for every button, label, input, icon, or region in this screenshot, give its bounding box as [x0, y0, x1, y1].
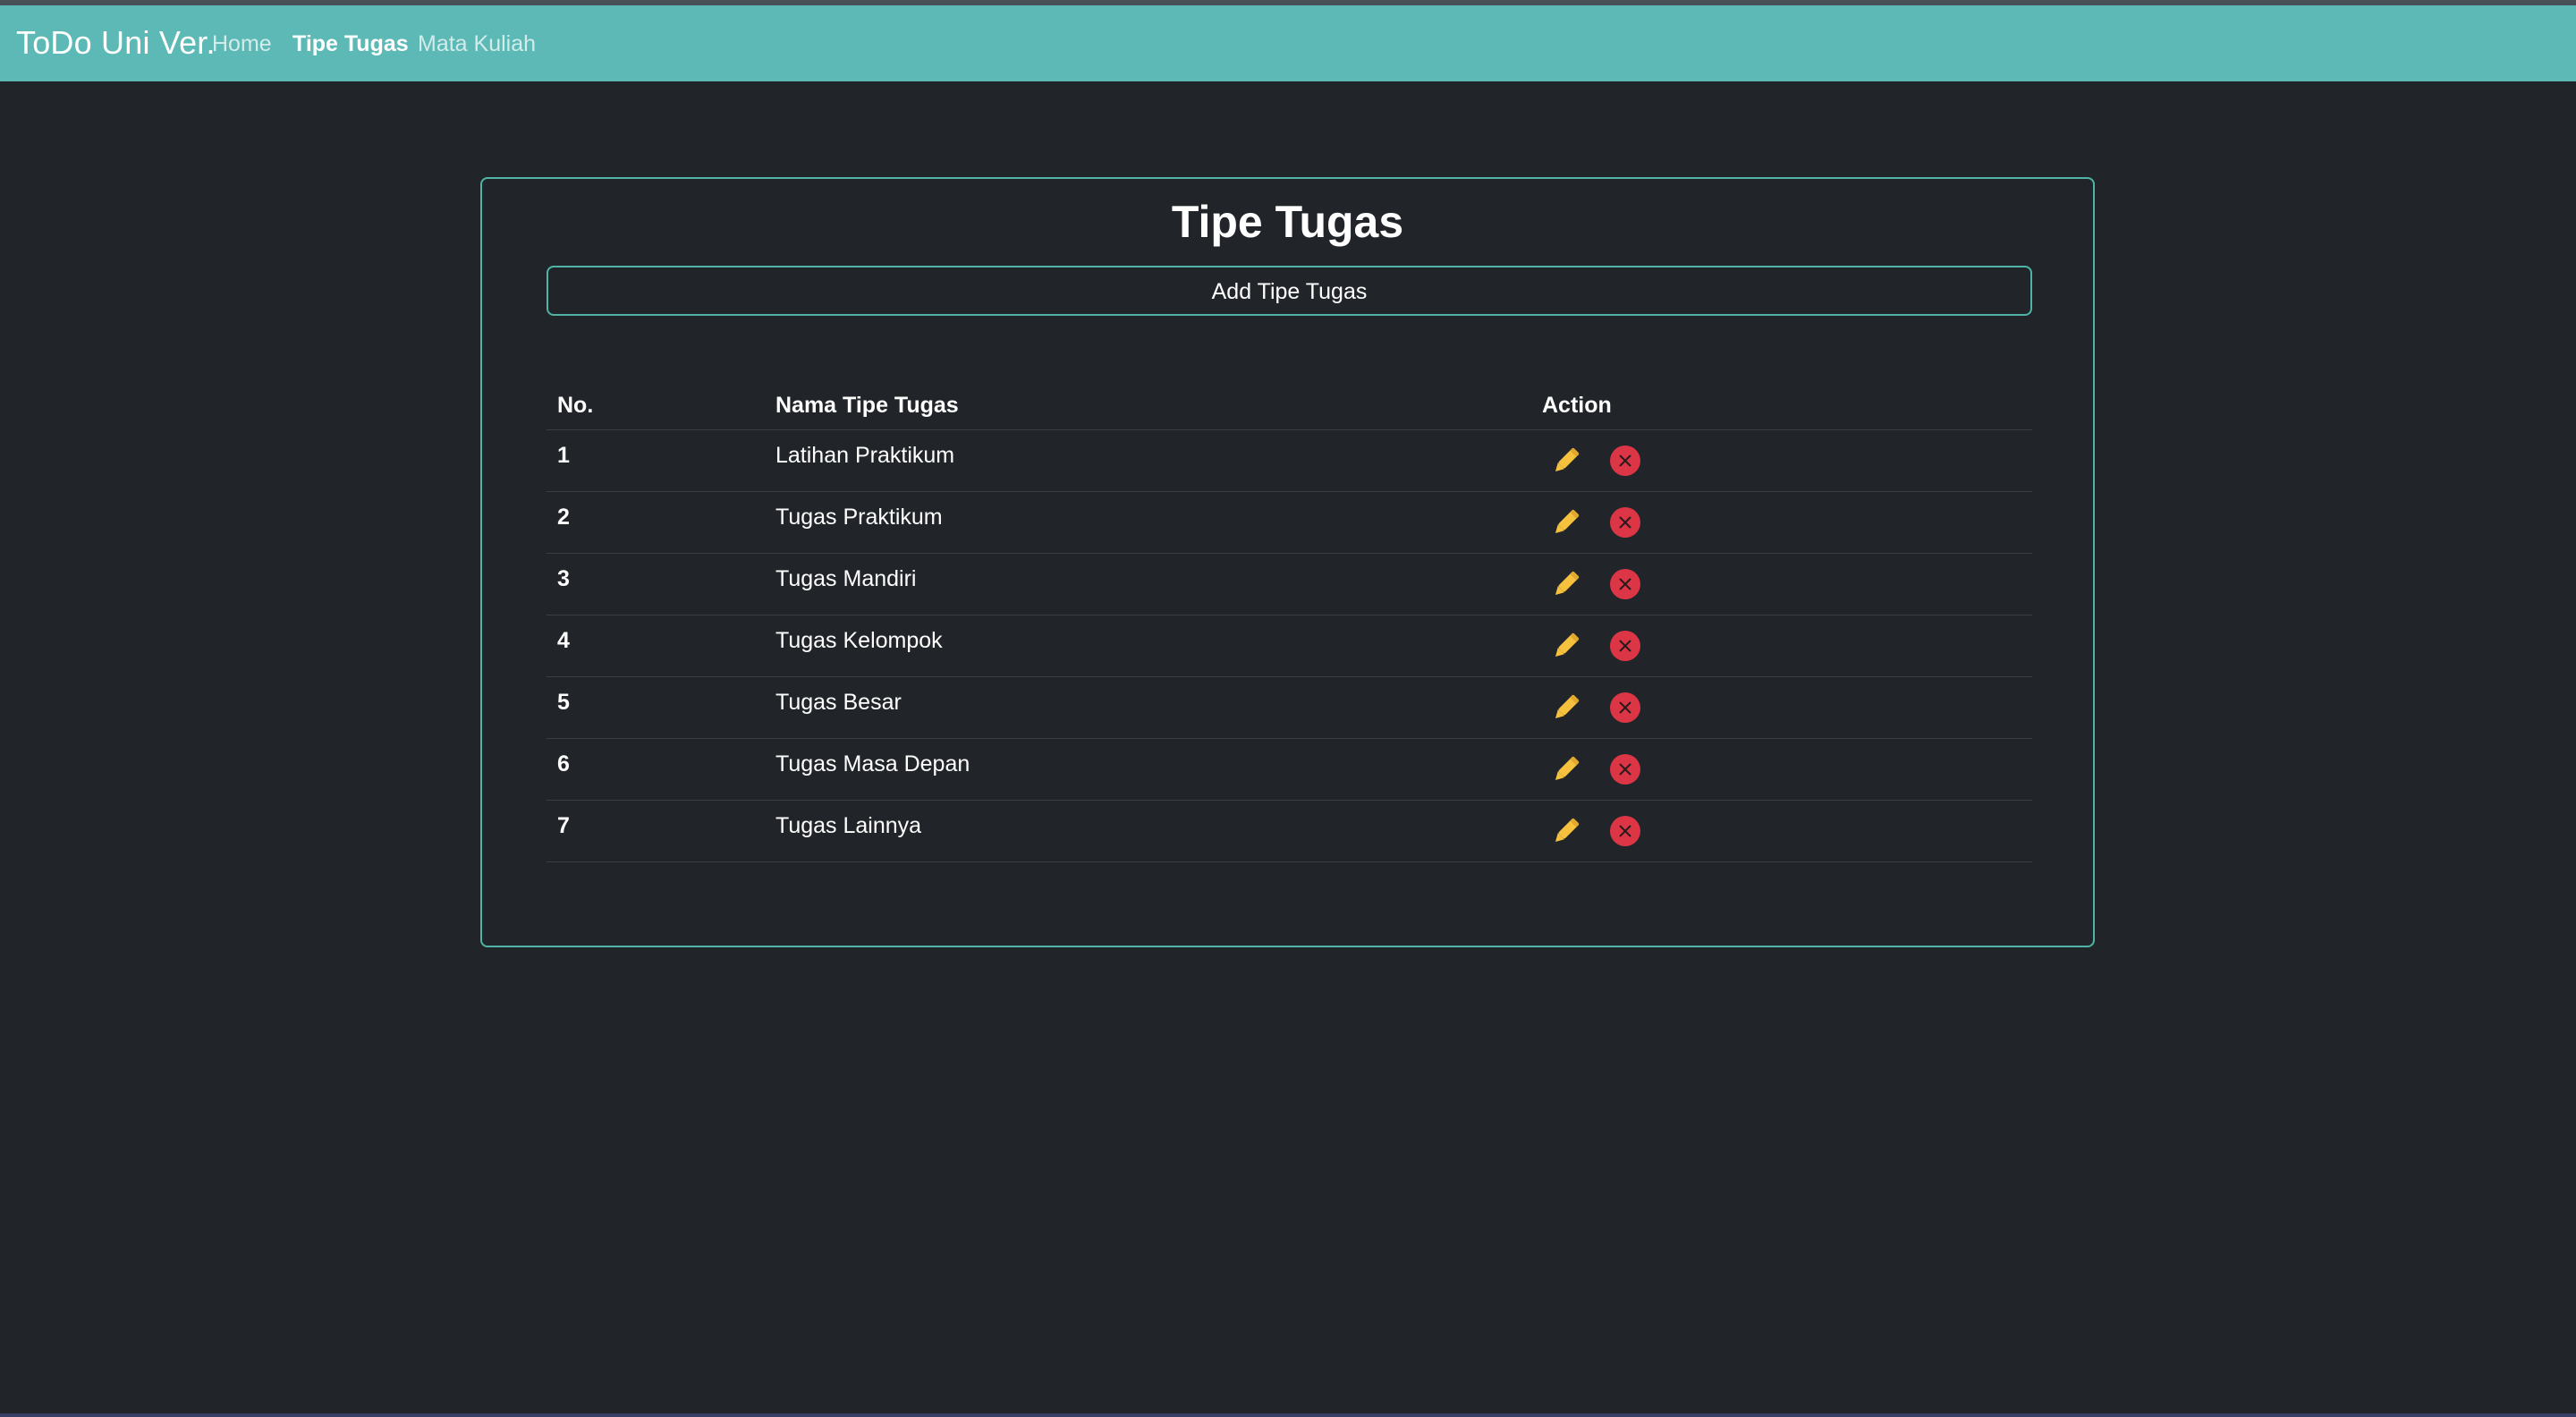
- row-number: 5: [557, 690, 570, 715]
- table-row: 5 Tugas Besar: [547, 677, 2032, 739]
- row-name: Latihan Praktikum: [775, 443, 955, 468]
- content-card: Tipe Tugas Add Tipe Tugas No. Nama Tipe …: [480, 177, 2095, 947]
- pencil-icon[interactable]: [1548, 566, 1584, 602]
- row-name: Tugas Praktikum: [775, 505, 943, 530]
- header-action: Action: [1542, 393, 1612, 418]
- table-row: 3 Tugas Mandiri: [547, 554, 2032, 615]
- header-name: Nama Tipe Tugas: [775, 393, 959, 418]
- pencil-icon[interactable]: [1548, 751, 1584, 787]
- table-row: 7 Tugas Lainnya: [547, 801, 2032, 862]
- tipe-tugas-table: No. Nama Tipe Tugas Action 1 Latihan Prak…: [547, 380, 2032, 862]
- x-circle-icon[interactable]: [1609, 692, 1641, 724]
- row-name: Tugas Kelompok: [775, 628, 943, 653]
- pencil-icon[interactable]: [1548, 505, 1584, 540]
- row-number: 7: [557, 813, 570, 838]
- row-name: Tugas Mandiri: [775, 566, 917, 591]
- table-header: No. Nama Tipe Tugas Action: [547, 380, 2032, 430]
- window-bottom-border: [0, 1413, 2576, 1417]
- pencil-icon[interactable]: [1548, 813, 1584, 849]
- row-number: 2: [557, 505, 570, 530]
- row-number: 4: [557, 628, 570, 653]
- add-tipe-tugas-button[interactable]: Add Tipe Tugas: [547, 266, 2032, 316]
- row-number: 3: [557, 566, 570, 591]
- pencil-icon[interactable]: [1548, 628, 1584, 664]
- x-circle-icon[interactable]: [1609, 815, 1641, 847]
- table-row: 6 Tugas Masa Depan: [547, 739, 2032, 801]
- table-row: 4 Tugas Kelompok: [547, 615, 2032, 677]
- nav-link-home[interactable]: Home: [212, 30, 272, 57]
- pencil-icon[interactable]: [1548, 443, 1584, 479]
- header-no: No.: [557, 393, 594, 418]
- nav-link-mata-kuliah[interactable]: Mata Kuliah: [418, 30, 536, 57]
- pencil-icon[interactable]: [1548, 690, 1584, 725]
- x-circle-icon[interactable]: [1609, 506, 1641, 539]
- row-name: Tugas Masa Depan: [775, 751, 970, 776]
- table-body: 1 Latihan Praktikum 2 Tugas Praktikum 3 Tugas…: [547, 430, 2032, 862]
- page-title: Tipe Tugas: [1171, 197, 1404, 247]
- row-number: 6: [557, 751, 570, 776]
- brand-logo[interactable]: ToDo Uni Ver.: [16, 25, 216, 61]
- row-name: Tugas Besar: [775, 690, 902, 715]
- x-circle-icon[interactable]: [1609, 445, 1641, 477]
- table-row: 2 Tugas Praktikum: [547, 492, 2032, 554]
- row-number: 1: [557, 443, 570, 468]
- table-row: 1 Latihan Praktikum: [547, 430, 2032, 492]
- x-circle-icon[interactable]: [1609, 568, 1641, 600]
- nav-link-tipe-tugas[interactable]: Tipe Tugas: [292, 30, 409, 57]
- x-circle-icon[interactable]: [1609, 753, 1641, 785]
- x-circle-icon[interactable]: [1609, 630, 1641, 662]
- navbar: ToDo Uni Ver. Home Tipe Tugas Mata Kulia…: [0, 5, 2576, 81]
- row-name: Tugas Lainnya: [775, 813, 922, 838]
